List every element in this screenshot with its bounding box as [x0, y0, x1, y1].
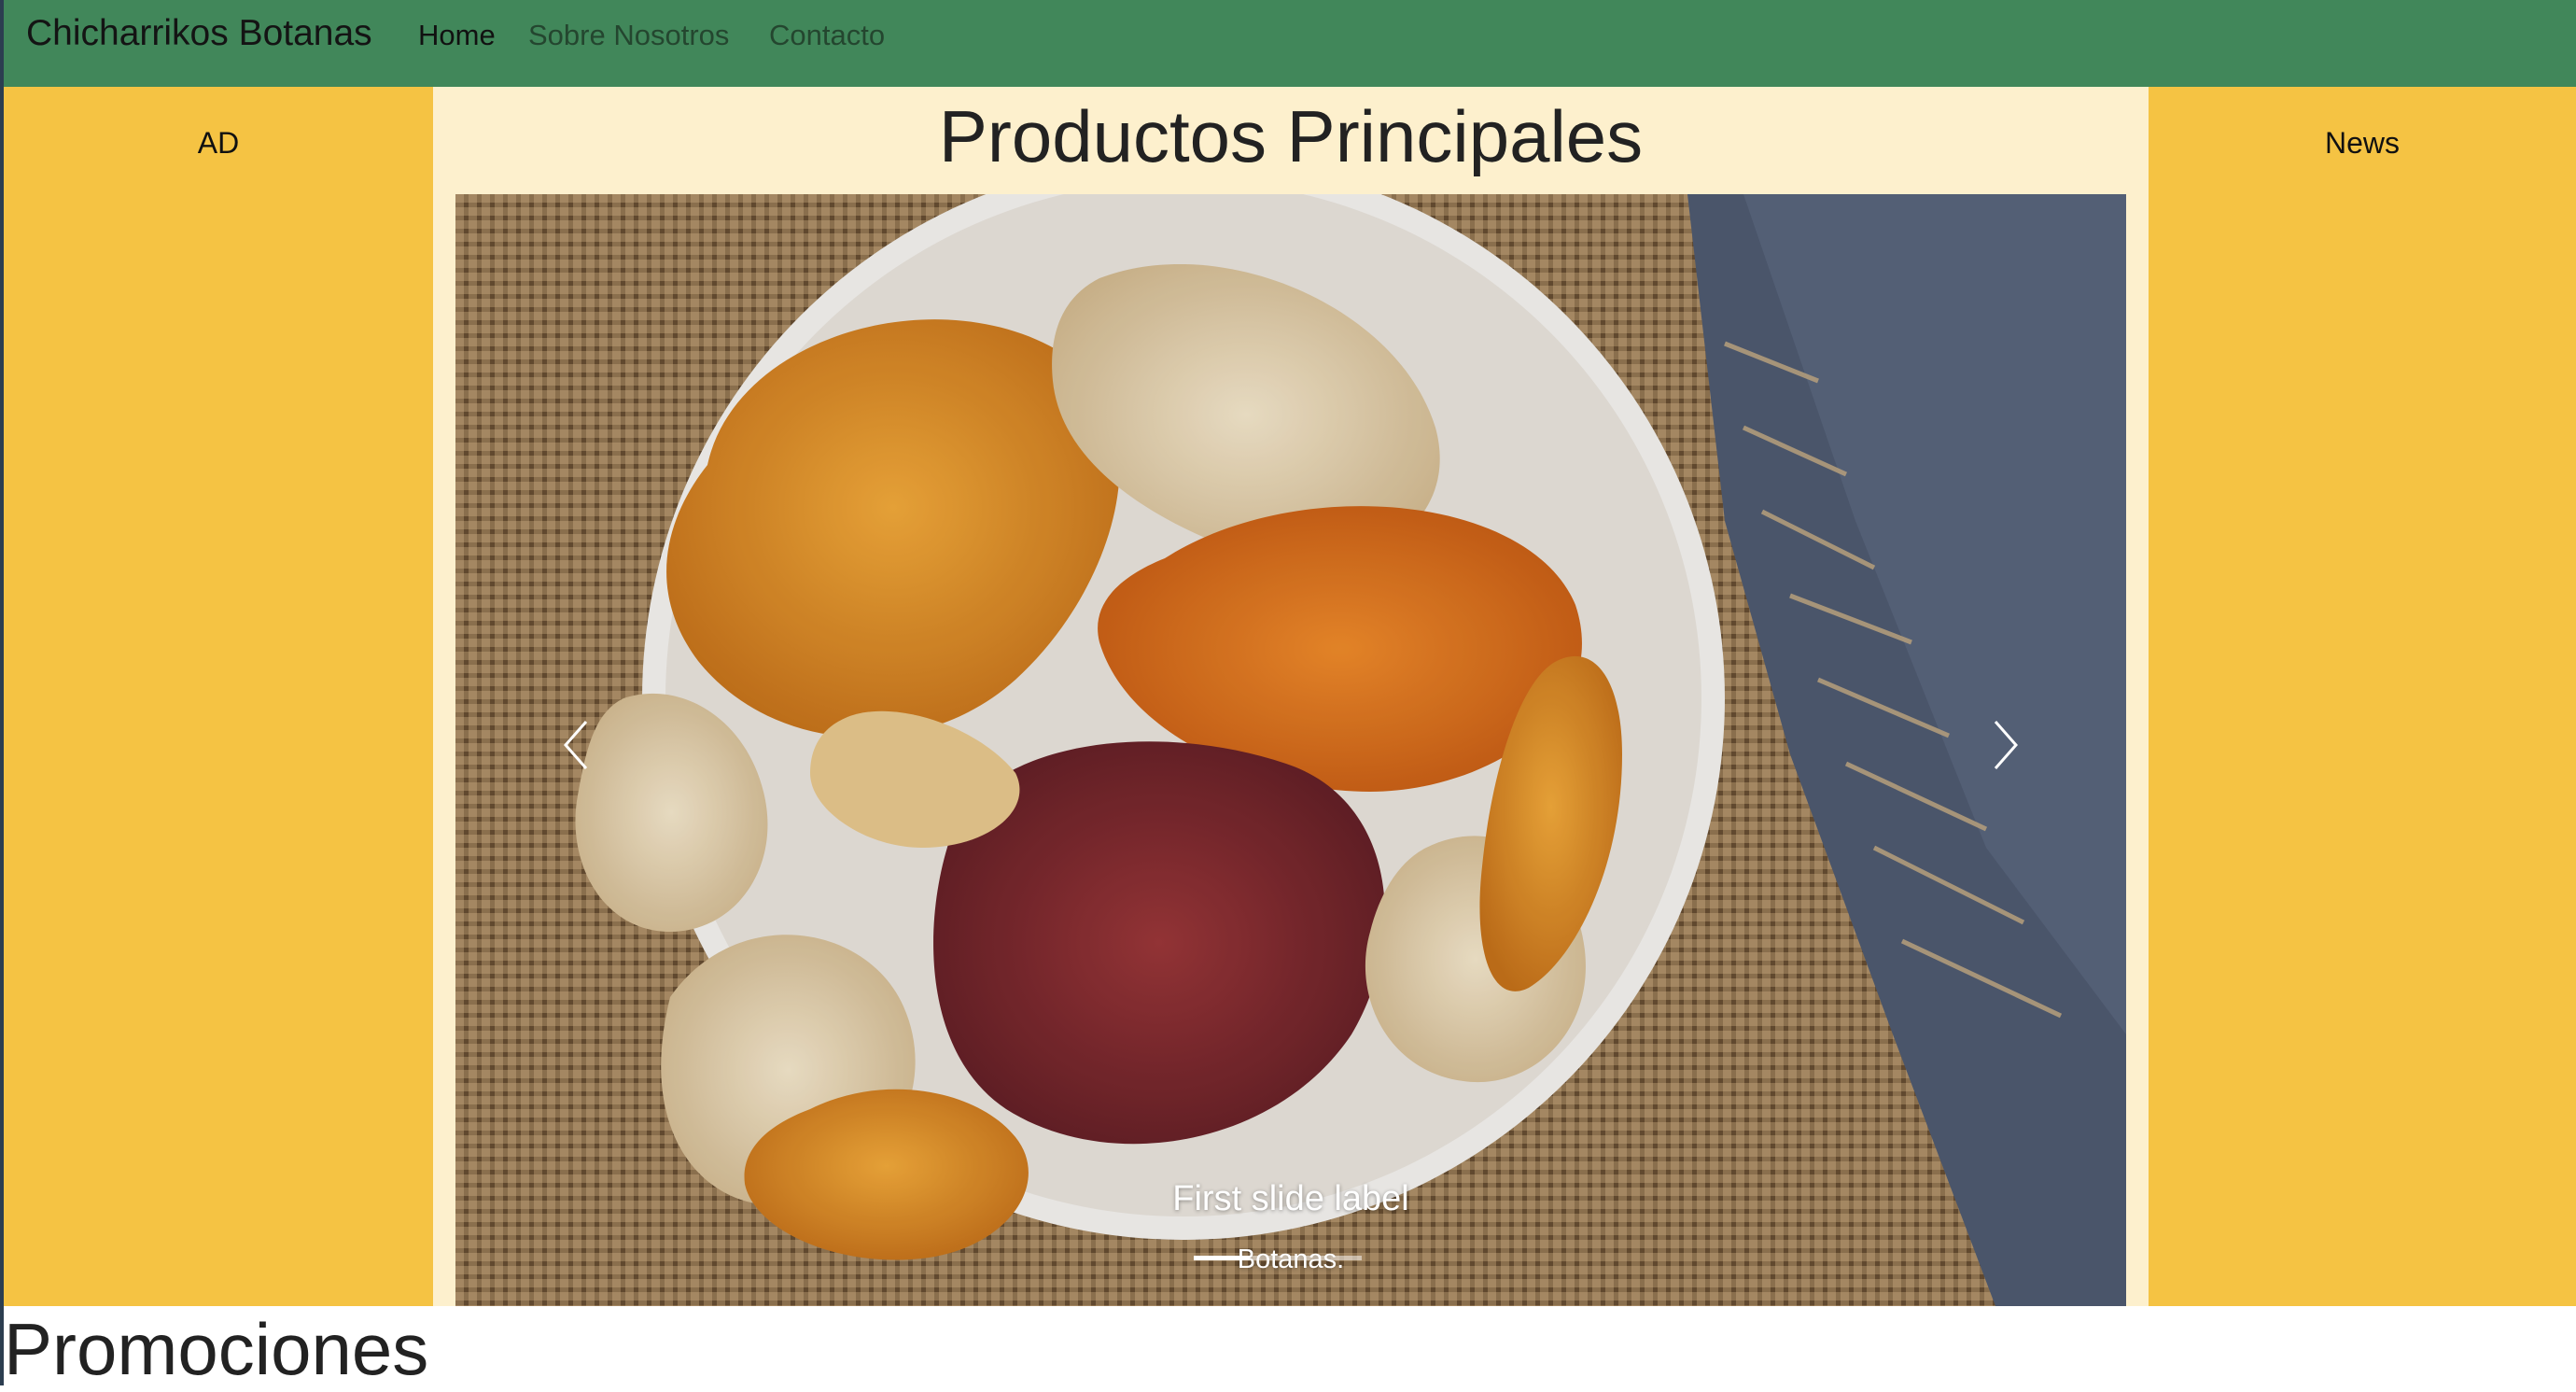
news-column: News	[2149, 87, 2576, 1306]
nav-link-sobre-nosotros[interactable]: Sobre Nosotros	[528, 19, 729, 52]
carousel-prev-button[interactable]	[521, 680, 633, 810]
nav-link-home[interactable]: Home	[418, 19, 496, 52]
carousel-indicator-3[interactable]	[1306, 1256, 1362, 1260]
ad-label: AD	[197, 126, 240, 160]
chevron-right-icon	[1994, 721, 2018, 769]
slide-caption-title: First slide label	[1172, 1179, 1409, 1218]
news-label: News	[2324, 126, 2400, 160]
slide-image	[455, 194, 2126, 1306]
navbar: Chicharrikos Botanas Home Sobre Nosotros…	[4, 0, 2576, 87]
brand-link[interactable]: Chicharrikos Botanas	[26, 13, 372, 54]
carousel-next-button[interactable]	[1949, 680, 2061, 810]
page: Chicharrikos Botanas Home Sobre Nosotros…	[0, 0, 2576, 1390]
page-title: Productos Principales	[938, 95, 1644, 177]
carousel-indicators	[455, 1256, 2126, 1265]
nav-link-contacto[interactable]: Contacto	[769, 19, 885, 52]
product-carousel: First slide label Botanas.	[455, 194, 2126, 1306]
promotions-heading: Promociones	[4, 1308, 429, 1390]
chevron-left-icon	[564, 721, 588, 769]
main-column: Productos Principales First slide label	[433, 87, 2149, 1306]
carousel-indicator-1[interactable]	[1194, 1256, 1250, 1260]
ad-column: AD	[4, 87, 433, 1306]
carousel-indicator-2[interactable]	[1250, 1256, 1306, 1260]
